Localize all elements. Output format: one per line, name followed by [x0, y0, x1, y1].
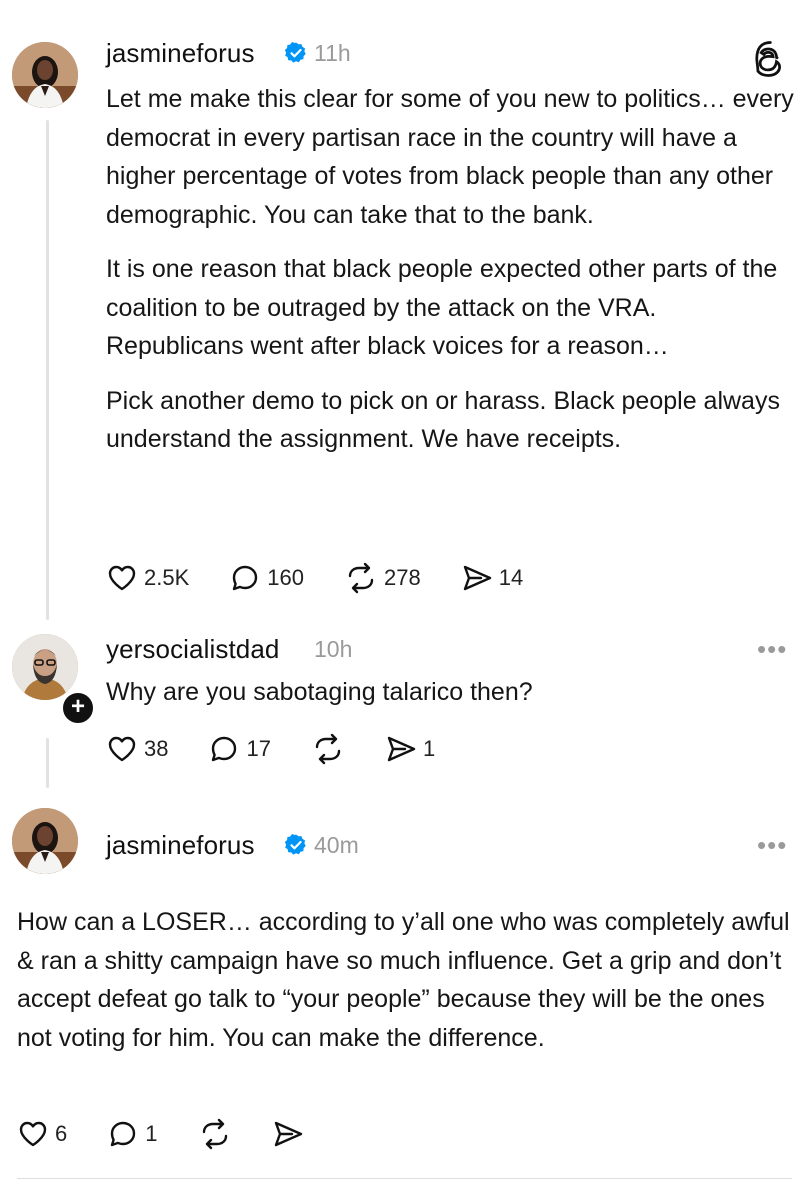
post-paragraph: Pick another demo to pick on or harass. … [106, 386, 780, 454]
reply-count: 17 [246, 736, 271, 761]
post-actions: 38 17 1 [106, 733, 435, 765]
reply-button[interactable]: 1 [107, 1118, 158, 1150]
like-count: 6 [55, 1121, 68, 1146]
threads-logo-icon[interactable] [752, 40, 790, 83]
verified-badge-icon [284, 833, 308, 862]
repost-button[interactable] [311, 733, 345, 765]
like-button[interactable]: 38 [106, 733, 168, 765]
post-body: Let me make this clear for some of you n… [106, 80, 796, 475]
reply-button[interactable]: 17 [208, 733, 271, 765]
verified-badge-icon [284, 41, 308, 70]
thread-connector-line [46, 738, 49, 788]
avatar-yersocialistdad[interactable] [12, 634, 78, 700]
like-count: 2.5K [144, 565, 190, 590]
heart-icon [19, 1121, 47, 1147]
post-body: Why are you sabotaging talarico then? [106, 678, 533, 706]
heart-icon [108, 565, 136, 591]
username[interactable]: yersocialistdad [106, 634, 279, 665]
repost-count: 278 [383, 565, 421, 590]
comment-icon [233, 565, 258, 591]
share-button[interactable] [272, 1118, 304, 1150]
post-paragraph: Let me make this clear for some of you n… [106, 85, 794, 229]
like-count: 38 [144, 736, 169, 761]
share-count: 1 [422, 736, 436, 761]
avatar-jasmineforus[interactable] [12, 808, 78, 874]
share-button[interactable]: 1 [385, 733, 435, 765]
like-button[interactable]: 2.5K [106, 562, 189, 594]
repost-button[interactable]: 278 [344, 562, 421, 594]
thread-connector-line [46, 120, 49, 620]
repost-icon [202, 1118, 227, 1150]
comment-icon [111, 1121, 136, 1147]
repost-icon [315, 733, 341, 765]
post-paragraph: It is one reason that black people expec… [106, 255, 778, 360]
follow-plus-icon[interactable]: + [60, 690, 96, 726]
reply-count: 160 [267, 565, 304, 590]
post-time: 11h [314, 40, 351, 66]
more-options-icon[interactable]: ••• [757, 830, 787, 861]
post-actions: 2.5K 160 278 14 [106, 562, 523, 594]
more-options-icon[interactable]: ••• [757, 634, 787, 665]
share-button[interactable]: 14 [461, 562, 523, 594]
repost-icon [348, 562, 374, 594]
share-icon [463, 565, 491, 591]
post-time: 40m [314, 832, 359, 858]
share-icon [274, 1121, 302, 1147]
avatar-jasmineforus[interactable] [12, 42, 78, 108]
reply-count: 1 [145, 1121, 158, 1146]
like-button[interactable]: 6 [17, 1118, 67, 1150]
reply-button[interactable]: 160 [229, 562, 304, 594]
share-icon [387, 736, 416, 762]
post-actions: 6 1 [17, 1118, 304, 1150]
comment-icon [212, 736, 237, 762]
share-count: 14 [498, 565, 524, 590]
post-body: How can a LOSER… according to y’all one … [17, 908, 790, 1052]
username[interactable]: jasmineforus [106, 38, 255, 69]
username[interactable]: jasmineforus [106, 830, 255, 861]
heart-icon [108, 736, 136, 762]
divider [17, 1178, 792, 1179]
repost-button[interactable] [198, 1118, 232, 1150]
post-time: 10h [314, 636, 353, 662]
